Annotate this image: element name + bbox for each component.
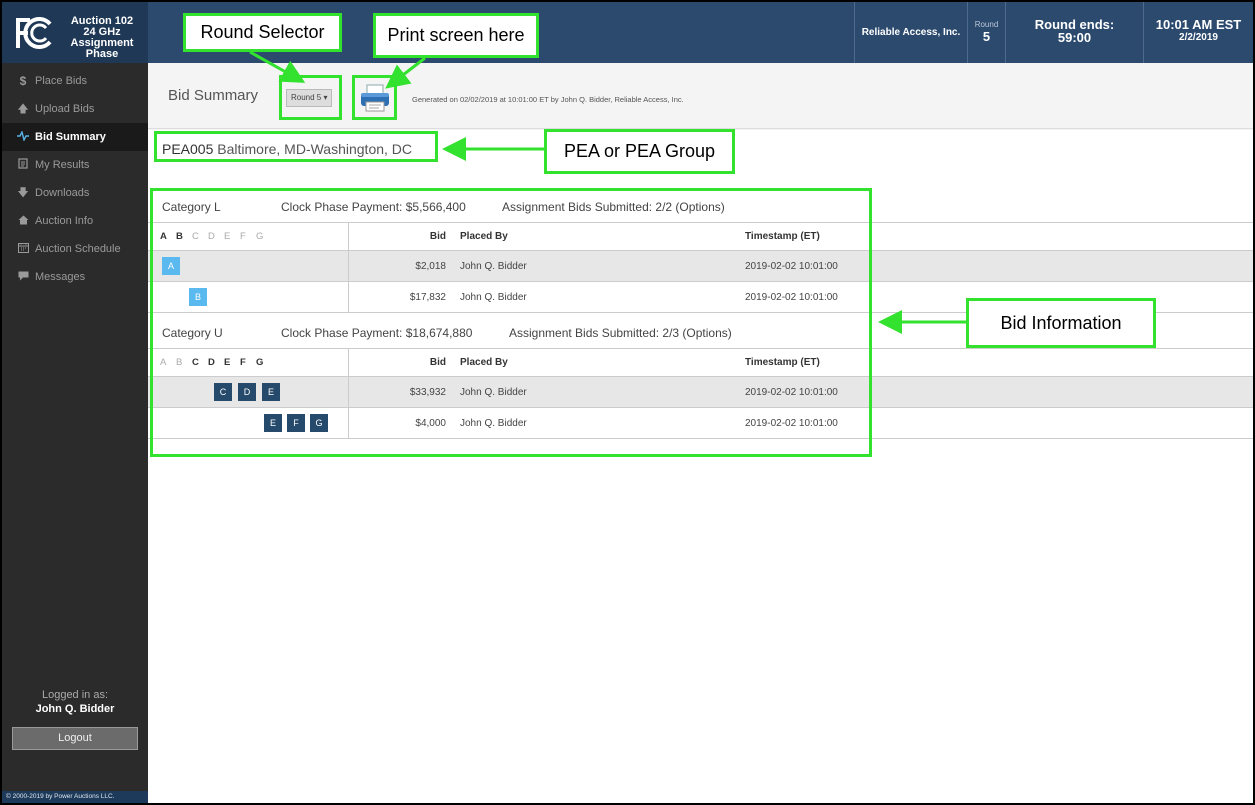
sidebar-item-downloads[interactable]: 🡇 Downloads (2, 179, 148, 207)
sidebar-item-label: Auction Info (35, 215, 94, 227)
sidebar-item-messages[interactable]: Messages (2, 263, 148, 291)
sidebar-item-label: Place Bids (35, 75, 87, 87)
sidebar-item-upload-bids[interactable]: 🡅 Upload Bids (2, 95, 148, 123)
sidebar-item-label: Upload Bids (35, 103, 95, 115)
clock: 10:01 AM EST 2/2/2019 (1143, 2, 1253, 63)
callout-bid-info: Bid Information (966, 298, 1156, 348)
pulse-icon (16, 129, 30, 144)
sidebar-item-label: Bid Summary (35, 131, 106, 143)
sidebar-item-auction-info[interactable]: Auction Info (2, 207, 148, 235)
home-icon (16, 215, 30, 228)
chat-icon (16, 271, 30, 284)
bid-info-highlight (150, 188, 872, 457)
callout-round-selector: Round Selector (183, 13, 342, 52)
round-ends-value: 59:00 (1057, 30, 1092, 45)
logged-in-label: Logged in as: (41, 689, 109, 701)
sidebar-item-label: Downloads (35, 187, 90, 199)
app-title: Auction 102 24 GHz Assignment Phase (70, 15, 134, 60)
sidebar-item-auction-schedule[interactable]: Auction Schedule (2, 235, 148, 263)
clock-time: 10:01 AM EST (1155, 17, 1242, 32)
document-icon (16, 158, 30, 172)
callout-print: Print screen here (373, 13, 539, 58)
sidebar-item-bid-summary[interactable]: Bid Summary (2, 123, 148, 151)
sidebar-item-place-bids[interactable]: $ Place Bids (2, 67, 148, 95)
round-label: Round (974, 20, 999, 29)
fcc-logo-icon (16, 17, 52, 49)
clock-date: 2/2/2019 (1179, 32, 1218, 43)
generated-note: Generated on 02/02/2019 at 10:01:00 ET b… (412, 95, 684, 104)
print-highlight (352, 75, 397, 120)
logo-area: Auction 102 24 GHz Assignment Phase (2, 2, 148, 63)
upload-arrow-icon: 🡅 (17, 102, 29, 115)
company-name: Reliable Access, Inc. (854, 2, 967, 63)
round-selector-highlight (279, 75, 342, 120)
round-indicator: Round 5 (967, 2, 1005, 63)
sidebar-item-label: My Results (35, 159, 90, 171)
callout-pea: PEA or PEA Group (544, 129, 735, 174)
nav-list: $ Place Bids 🡅 Upload Bids Bid Summary M… (2, 63, 148, 291)
calendar-icon (16, 242, 30, 256)
round-value: 5 (982, 29, 991, 44)
sidebar: $ Place Bids 🡅 Upload Bids Bid Summary M… (2, 63, 148, 803)
sidebar-item-label: Auction Schedule (35, 243, 121, 255)
user-name: John Q. Bidder (35, 703, 115, 715)
download-arrow-icon: 🡇 (17, 186, 29, 199)
logout-button[interactable]: Logout (12, 727, 138, 750)
round-ends: Round ends: 59:00 (1005, 2, 1143, 63)
dollar-icon: $ (19, 74, 27, 88)
sidebar-item-label: Messages (35, 271, 86, 283)
copyright: © 2000-2019 by Power Auctions LLC. (2, 791, 148, 803)
login-info: Logged in as: John Q. Bidder Logout (2, 689, 148, 750)
sidebar-item-my-results[interactable]: My Results (2, 151, 148, 179)
page-title: Bid Summary (168, 87, 259, 104)
pea-highlight (154, 131, 438, 162)
